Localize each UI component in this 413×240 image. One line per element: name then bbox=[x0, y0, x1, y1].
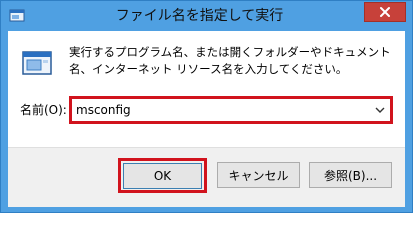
open-combobox[interactable] bbox=[69, 96, 393, 124]
dialog-description: 実行するプログラム名、または開くフォルダーやドキュメント名、インターネット リソ… bbox=[69, 45, 391, 76]
run-program-icon bbox=[21, 48, 53, 80]
open-field-label: 名前(O): bbox=[20, 103, 67, 117]
title-bar[interactable]: ファイル名を指定して実行 bbox=[1, 1, 412, 31]
browse-button[interactable]: 参照(B)... bbox=[309, 162, 392, 188]
ok-button[interactable]: OK bbox=[123, 163, 202, 189]
ok-button-highlight: OK bbox=[118, 158, 207, 193]
cancel-button[interactable]: キャンセル bbox=[217, 162, 300, 188]
close-button[interactable] bbox=[364, 2, 406, 22]
open-input[interactable] bbox=[74, 100, 368, 120]
run-dialog-icon bbox=[9, 8, 25, 24]
chevron-down-icon[interactable] bbox=[372, 101, 388, 119]
window-title: ファイル名を指定して実行 bbox=[115, 8, 284, 24]
close-icon bbox=[379, 3, 391, 22]
run-dialog-window: ファイル名を指定して実行 実行するプログラム名、または開くフォルダーやドキュメン… bbox=[0, 0, 413, 213]
dialog-content: 実行するプログラム名、または開くフォルダーやドキュメント名、インターネット リソ… bbox=[8, 31, 405, 207]
